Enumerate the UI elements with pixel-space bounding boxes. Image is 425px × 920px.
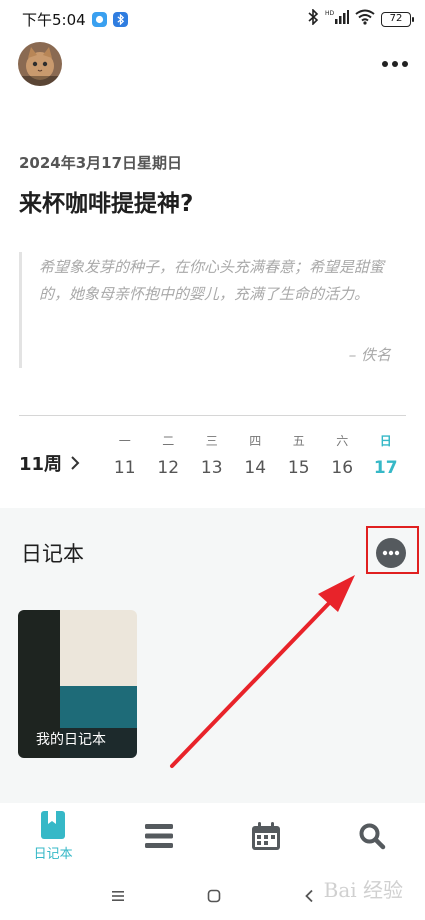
home-icon[interactable] bbox=[207, 889, 221, 903]
avatar[interactable] bbox=[18, 42, 62, 86]
day-date: 13 bbox=[200, 458, 223, 478]
more-options-button[interactable] bbox=[379, 52, 411, 76]
day-date: 11 bbox=[113, 458, 136, 478]
quote-author: – 佚名 bbox=[348, 346, 391, 364]
notebook-name: 我的日记本 bbox=[36, 732, 106, 748]
calendar-icon bbox=[251, 822, 280, 850]
day-name: 二 bbox=[162, 434, 175, 448]
day-date: 17 bbox=[373, 458, 398, 478]
nav-item-calendar[interactable] bbox=[213, 803, 319, 869]
notebook-cover-stripe bbox=[60, 686, 137, 728]
wifi-icon bbox=[355, 9, 375, 29]
nav-item-diary[interactable]: 日记本 bbox=[0, 803, 106, 869]
nav-label-diary: 日记本 bbox=[33, 847, 73, 862]
bluetooth-icon bbox=[307, 8, 319, 29]
week-selector[interactable]: 11周 bbox=[19, 450, 80, 476]
status-right: HD 72 bbox=[307, 8, 414, 29]
day-date: 15 bbox=[287, 458, 310, 478]
bookmark-icon bbox=[41, 811, 66, 839]
highlight-box bbox=[366, 526, 419, 574]
battery-indicator: 72 bbox=[381, 11, 414, 27]
search-icon bbox=[359, 823, 386, 850]
entry-headline[interactable]: 来杯咖啡提提神? bbox=[19, 184, 193, 218]
day-wed[interactable]: 三 13 bbox=[190, 432, 234, 478]
day-name: 四 bbox=[249, 434, 262, 448]
day-thu[interactable]: 四 14 bbox=[234, 432, 278, 478]
status-time: 下午5:04 bbox=[22, 10, 86, 29]
bluetooth-app-icon bbox=[112, 11, 128, 27]
divider bbox=[19, 415, 406, 416]
menu-icon bbox=[145, 824, 174, 848]
day-date: 16 bbox=[331, 458, 354, 478]
day-name: 五 bbox=[292, 434, 305, 448]
recent-apps-icon[interactable] bbox=[111, 890, 125, 902]
day-tue[interactable]: 二 12 bbox=[147, 432, 191, 478]
week-label: 11周 bbox=[19, 454, 63, 475]
notebooks-title: 日记本 bbox=[21, 542, 84, 566]
day-name: 日 bbox=[379, 434, 392, 448]
status-bar: 下午5:04 HD 72 bbox=[0, 0, 425, 38]
notebook-card[interactable]: 我的日记本 bbox=[18, 610, 137, 758]
day-fri[interactable]: 五 15 bbox=[277, 432, 321, 478]
notebook-cover-top bbox=[60, 610, 137, 686]
day-name: 六 bbox=[336, 434, 349, 448]
svg-text:HD: HD bbox=[325, 10, 335, 17]
day-mon[interactable]: 一 11 bbox=[103, 432, 147, 478]
day-date: 12 bbox=[157, 458, 180, 478]
day-sun-today[interactable]: 日 17 bbox=[364, 432, 408, 478]
week-days: 一 11 二 12 三 13 四 14 五 15 六 16 日 17 bbox=[103, 432, 408, 478]
back-icon[interactable] bbox=[304, 889, 314, 903]
bottom-nav: 日记本 bbox=[0, 803, 425, 869]
day-name: 三 bbox=[205, 434, 218, 448]
day-date: 14 bbox=[244, 458, 267, 478]
day-name: 一 bbox=[118, 434, 131, 448]
status-left: 下午5:04 bbox=[22, 9, 128, 30]
entry-date: 2024年3月17日星期日 bbox=[19, 154, 183, 172]
message-app-icon bbox=[91, 11, 107, 27]
more-dots-icon bbox=[382, 61, 408, 67]
day-sat[interactable]: 六 16 bbox=[321, 432, 365, 478]
chevron-right-icon bbox=[71, 456, 80, 470]
daily-quote: 希望象发芽的种子，在你心头充满春意；希望是甜蜜的，她象母亲怀抱中的婴儿，充满了生… bbox=[19, 252, 391, 368]
nav-item-search[interactable] bbox=[319, 803, 425, 869]
watermark: Bai 经验 bbox=[323, 878, 403, 902]
signal-icon: HD bbox=[325, 9, 349, 29]
quote-text: 希望象发芽的种子，在你心头充满春意；希望是甜蜜的，她象母亲怀抱中的婴儿，充满了生… bbox=[39, 258, 385, 303]
notebooks-section: 日记本 我的日记本 bbox=[0, 508, 425, 803]
nav-item-list[interactable] bbox=[106, 803, 212, 869]
